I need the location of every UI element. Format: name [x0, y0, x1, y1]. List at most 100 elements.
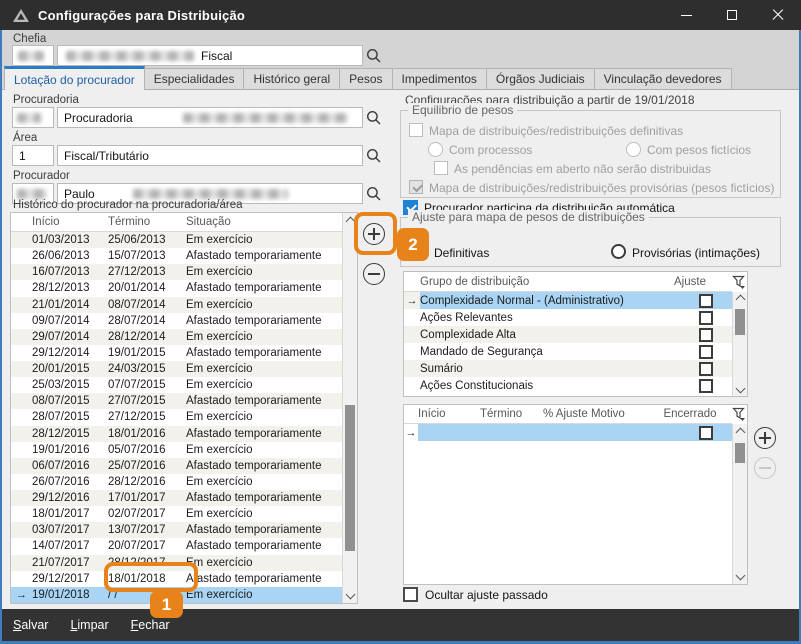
col-ajuste[interactable]: Ajuste: [664, 272, 716, 291]
grupo-row[interactable]: Ações Relevantes: [404, 309, 732, 326]
chefia-name-field[interactable]: Fiscal: [57, 45, 363, 66]
col-inicio[interactable]: Início: [32, 216, 108, 228]
maximize-button[interactable]: [709, 0, 755, 30]
history-row[interactable]: 01/03/2013 25/06/2013 Em exercício: [11, 232, 342, 248]
footer-button[interactable]: Salvar: [13, 618, 48, 632]
com-processos-radio[interactable]: [428, 142, 443, 157]
history-row[interactable]: 29/07/2014 28/12/2014 Em exercício: [11, 329, 342, 345]
history-row[interactable]: 18/01/2017 02/07/2017 Em exercício: [11, 506, 342, 522]
tab[interactable]: Órgãos Judiciais: [486, 68, 595, 89]
filter-icon[interactable]: [732, 407, 746, 425]
titlebar: Configurações para Distribuição: [0, 0, 801, 30]
pendencias-checkbox[interactable]: [434, 161, 448, 175]
search-icon[interactable]: [366, 148, 382, 164]
history-row[interactable]: 19/01/2016 05/07/2016 Em exercício: [11, 442, 342, 458]
ajuste-groupbox: Ajuste para mapa de pesos de distribuiçõ…: [400, 217, 781, 267]
area-code: 1: [19, 149, 26, 163]
col-termino[interactable]: Término: [480, 408, 543, 420]
provisorias-radio[interactable]: [611, 244, 626, 259]
scroll-up-icon[interactable]: [735, 295, 745, 305]
tab[interactable]: Histórico geral: [243, 68, 340, 89]
history-row[interactable]: 03/07/2017 13/07/2017 Afastado temporari…: [11, 522, 342, 538]
search-icon[interactable]: [366, 186, 382, 202]
history-row[interactable]: 29/12/2016 17/01/2017 Afastado temporari…: [11, 490, 342, 506]
col-encerrado[interactable]: Encerrado: [664, 405, 716, 423]
col-termino[interactable]: Término: [108, 216, 186, 228]
tab[interactable]: Especialidades: [144, 68, 245, 89]
history-row[interactable]: 09/07/2014 28/07/2014 Afastado temporari…: [11, 313, 342, 329]
tab[interactable]: Lotação do procurador: [4, 66, 145, 90]
procuradoria-name-field[interactable]: Procuradoria: [57, 107, 363, 128]
footer-button[interactable]: Fechar: [131, 618, 170, 632]
grupo-row[interactable]: Sumário: [404, 360, 732, 377]
history-row[interactable]: 28/07/2015 27/12/2015 Em exercício: [11, 409, 342, 425]
ocultar-ajuste-checkbox[interactable]: [403, 587, 418, 602]
history-row[interactable]: 26/06/2013 15/07/2013 Afastado temporari…: [11, 248, 342, 264]
ajuste-checkbox[interactable]: [699, 379, 713, 393]
history-row[interactable]: 28/12/2015 18/01/2016 Afastado temporari…: [11, 426, 342, 442]
area-code-field[interactable]: 1: [12, 145, 54, 166]
tab[interactable]: Vinculação devedores: [594, 68, 732, 89]
add-ajuste-button[interactable]: [754, 427, 776, 449]
minimize-button[interactable]: [663, 0, 709, 30]
scroll-down-icon[interactable]: [735, 571, 745, 581]
history-row[interactable]: 28/12/2013 20/01/2014 Afastado temporari…: [11, 280, 342, 296]
scrollbar-thumb[interactable]: [345, 405, 355, 551]
col-pct-motivo[interactable]: % Ajuste Motivo: [543, 408, 664, 420]
history-row[interactable]: 26/07/2016 28/12/2016 Em exercício: [11, 474, 342, 490]
grupo-row[interactable]: Ações Constitucionais: [404, 377, 732, 394]
close-button[interactable]: [755, 0, 801, 30]
area-label: Área: [13, 132, 37, 144]
ajuste-checkbox[interactable]: [699, 294, 713, 308]
col-situacao[interactable]: Situação: [186, 216, 342, 228]
history-row[interactable]: 21/01/2014 08/07/2014 Em exercício: [11, 297, 342, 313]
scroll-up-icon[interactable]: [735, 428, 745, 438]
history-row[interactable]: 06/07/2016 25/07/2016 Afastado temporari…: [11, 458, 342, 474]
mapa-definitivas-label: Mapa de distribuições/redistribuições de…: [429, 124, 683, 138]
remove-history-row-button[interactable]: [363, 263, 385, 285]
filter-icon[interactable]: [732, 275, 746, 293]
area-name-field[interactable]: Fiscal/Tributário: [57, 145, 363, 166]
scrollbar-thumb[interactable]: [735, 443, 745, 463]
history-row[interactable]: 29/12/2014 19/01/2015 Afastado temporari…: [11, 345, 342, 361]
tab[interactable]: Impedimentos: [392, 68, 487, 89]
search-icon[interactable]: [366, 110, 382, 126]
annotation-rect-step1: [104, 562, 198, 592]
history-row[interactable]: 16/07/2013 27/12/2013 Em exercício: [11, 264, 342, 280]
footer-button[interactable]: Limpar: [70, 618, 108, 632]
search-icon[interactable]: [366, 48, 382, 64]
ajuste-checkbox[interactable]: [699, 328, 713, 342]
pendencias-label: As pendências em aberto não serão distri…: [454, 162, 711, 176]
ajustes-rows: [404, 424, 732, 584]
col-inicio[interactable]: Início: [418, 408, 480, 420]
grupo-row[interactable]: Mandado de Segurança: [404, 343, 732, 360]
mapa-definitivas-checkbox[interactable]: [409, 123, 423, 137]
grupo-row[interactable]: Complexidade Alta: [404, 326, 732, 343]
historico-scrollbar[interactable]: [342, 213, 357, 603]
mapa-provisorias-checkbox[interactable]: [409, 180, 423, 194]
grupo-row[interactable]: Complexidade Normal - (Administrativo): [404, 292, 732, 309]
remove-ajuste-button[interactable]: [754, 457, 776, 479]
chefia-visible-text: Fiscal: [201, 49, 232, 63]
tab[interactable]: Pesos: [339, 68, 392, 89]
encerrado-checkbox[interactable]: [699, 426, 713, 440]
col-grupo[interactable]: Grupo de distribuição: [420, 276, 664, 288]
scroll-down-icon[interactable]: [345, 590, 355, 600]
ajustes-scrollbar[interactable]: [732, 424, 747, 584]
chefia-code-field[interactable]: [12, 45, 54, 66]
window-title: Configurações para Distribuição: [38, 8, 245, 23]
history-row[interactable]: 20/01/2015 24/03/2015 Em exercício: [11, 361, 342, 377]
ajuste-checkbox[interactable]: [699, 311, 713, 325]
procuradoria-code-field[interactable]: [12, 107, 54, 128]
com-pesos-ficticios-radio[interactable]: [626, 142, 641, 157]
app-pyramid-icon: [13, 9, 29, 22]
ajuste-row[interactable]: [404, 424, 732, 441]
ajuste-checkbox[interactable]: [699, 362, 713, 376]
grupos-scrollbar[interactable]: [732, 292, 747, 396]
history-row[interactable]: 08/07/2015 27/07/2015 Afastado temporari…: [11, 393, 342, 409]
scroll-down-icon[interactable]: [735, 384, 745, 394]
scrollbar-thumb[interactable]: [735, 309, 745, 335]
history-row[interactable]: 14/07/2017 20/07/2017 Afastado temporari…: [11, 538, 342, 554]
history-row[interactable]: 25/03/2015 07/07/2015 Em exercício: [11, 377, 342, 393]
ajuste-checkbox[interactable]: [699, 345, 713, 359]
